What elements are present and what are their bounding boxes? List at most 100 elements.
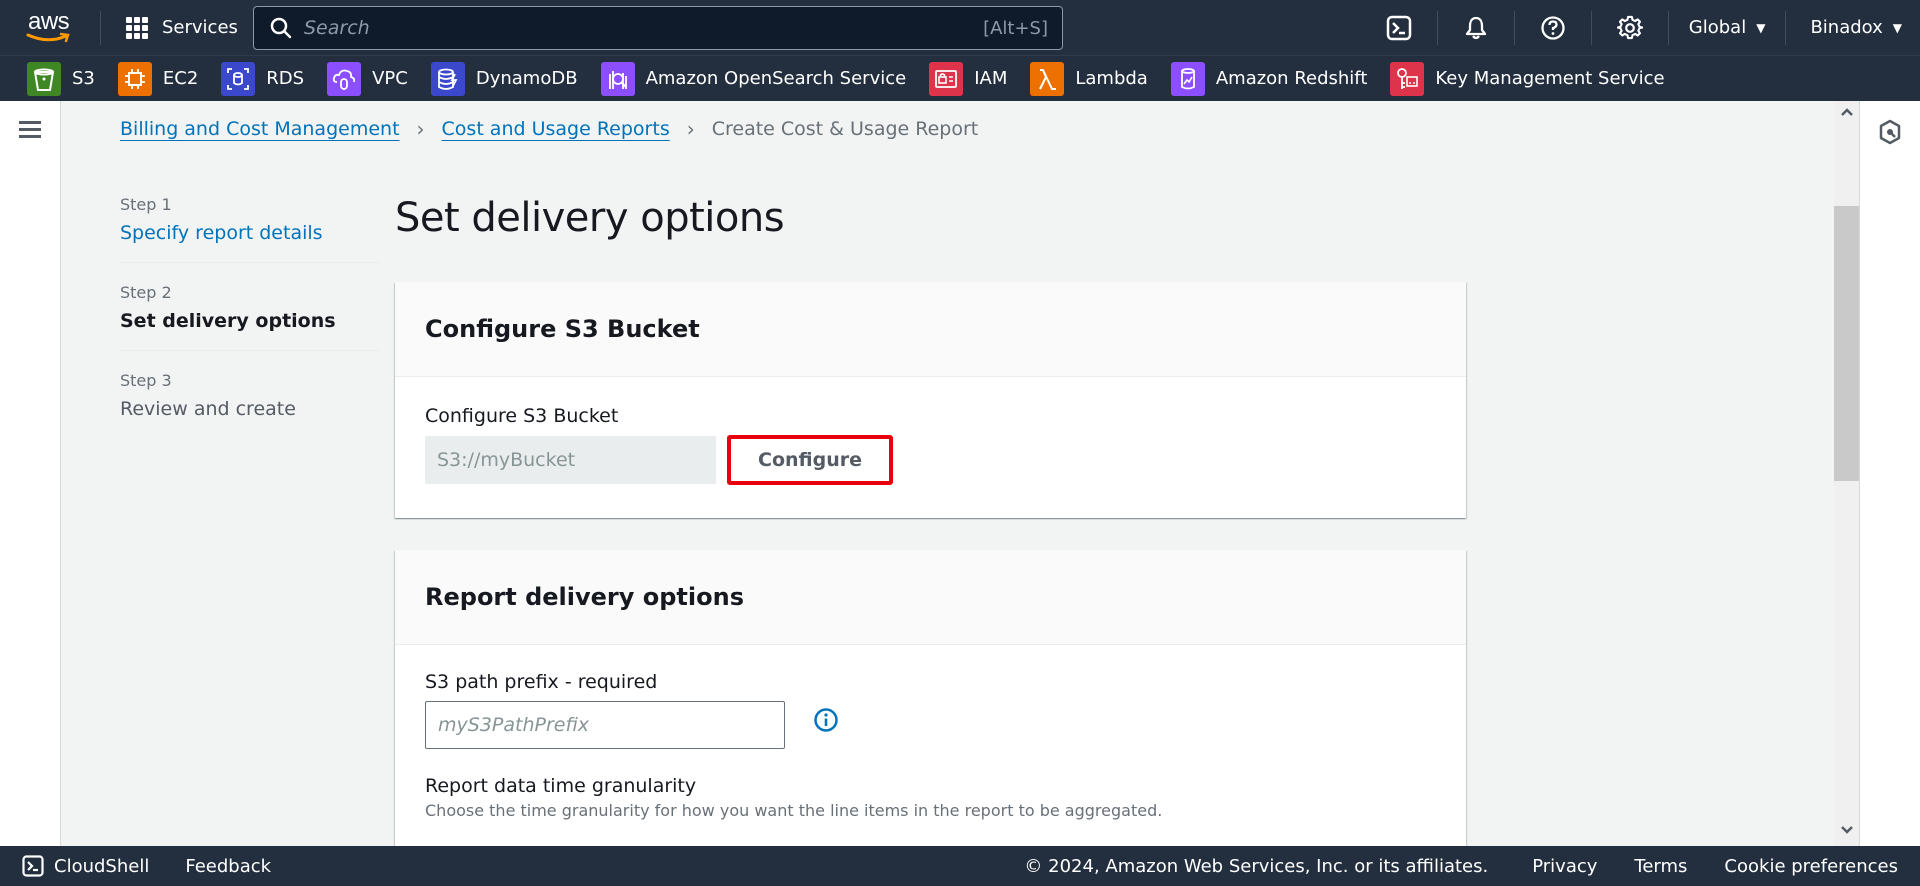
favorite-amazon-redshift[interactable]: Amazon Redshift: [1170, 61, 1368, 96]
configure-button[interactable]: Configure: [727, 435, 893, 485]
panel-header: Report delivery options: [395, 550, 1466, 645]
amazon-q-icon[interactable]: [1878, 119, 1902, 145]
rds-icon: [221, 61, 256, 96]
scroll-down-icon[interactable]: [1840, 825, 1854, 835]
s3-path-prefix-input[interactable]: [425, 701, 785, 749]
help-icon: [1541, 15, 1565, 40]
footer: CloudShell Feedback © 2024, Amazon Web S…: [0, 846, 1920, 886]
wizard-step-3: Step 3 Review and create: [120, 371, 380, 438]
step-number: Step 1: [120, 195, 172, 214]
cookie-preferences-link[interactable]: Cookie preferences: [1724, 856, 1898, 877]
opensearch-icon: [600, 61, 635, 96]
breadcrumb: Billing and Cost Management › Cost and U…: [120, 117, 978, 141]
favorite-vpc[interactable]: VPC: [327, 61, 408, 96]
time-granularity-description: Choose the time granularity for how you …: [425, 801, 1163, 820]
favorite-label: EC2: [162, 68, 199, 89]
favorite-s3[interactable]: S3: [27, 61, 95, 96]
step-number: Step 2: [120, 283, 172, 302]
s3-icon: [27, 61, 61, 96]
scrollbar-thumb[interactable]: [1834, 206, 1859, 481]
region-label: Global: [1688, 17, 1747, 38]
favorite-key-management-service[interactable]: Key Management Service: [1390, 61, 1665, 96]
cloudshell-icon: [1386, 15, 1412, 40]
caret-down-icon: ▼: [1756, 20, 1766, 35]
privacy-link[interactable]: Privacy: [1532, 856, 1597, 877]
configure-s3-bucket-panel: Configure S3 Bucket Configure S3 Bucket …: [395, 282, 1466, 518]
iam-icon: [929, 61, 964, 96]
caret-down-icon: ▼: [1892, 20, 1902, 35]
settings-button[interactable]: [1592, 0, 1668, 55]
step-link-specify-report-details[interactable]: Specify report details: [120, 222, 380, 244]
side-navigation-rail: [0, 101, 61, 846]
s3-bucket-field: S3://myBucket: [425, 436, 716, 484]
favorite-label: Amazon OpenSearch Service: [645, 68, 907, 89]
chevron-right-icon: ›: [686, 117, 695, 141]
favorite-label: DynamoDB: [475, 68, 578, 89]
nav-divider: [100, 10, 101, 45]
aws-smile-icon: [26, 32, 70, 42]
favorite-label: Amazon Redshift: [1215, 68, 1368, 89]
favorite-label: IAM: [974, 68, 1008, 89]
account-label: Binadox: [1810, 17, 1883, 38]
lambda-icon: [1030, 61, 1065, 96]
top-navigation: aws Services [Alt+S]: [0, 0, 1920, 55]
s3-path-prefix-label: S3 path prefix - required: [425, 671, 658, 693]
breadcrumb-cost-usage-reports[interactable]: Cost and Usage Reports: [442, 118, 670, 140]
cloudshell-footer-button[interactable]: CloudShell: [22, 855, 149, 877]
breadcrumb-current: Create Cost & Usage Report: [711, 118, 979, 140]
cloudshell-label: CloudShell: [54, 855, 150, 877]
feedback-link[interactable]: Feedback: [185, 856, 271, 877]
favorite-amazon-opensearch-service[interactable]: Amazon OpenSearch Service: [600, 61, 907, 96]
page-scrollbar[interactable]: [1834, 101, 1859, 846]
favorite-dynamodb[interactable]: DynamoDB: [430, 61, 578, 96]
favorite-iam[interactable]: IAM: [929, 61, 1008, 96]
redshift-icon: [1170, 61, 1205, 96]
cloudshell-button[interactable]: [1361, 0, 1437, 55]
chevron-right-icon: ›: [416, 117, 425, 141]
cloudshell-icon: [22, 855, 44, 877]
wizard-steps: Step 1 Specify report details Step 2 Set…: [120, 195, 380, 458]
settings-icon: [1616, 15, 1643, 39]
right-tools-rail: [1859, 101, 1920, 846]
favorite-label: S3: [72, 68, 95, 89]
search-input[interactable]: [304, 17, 984, 39]
account-menu[interactable]: Binadox ▼: [1786, 0, 1920, 55]
wizard-step-2: Step 2 Set delivery options: [120, 283, 380, 351]
breadcrumb-billing[interactable]: Billing and Cost Management: [120, 118, 400, 140]
favorite-label: Key Management Service: [1435, 68, 1665, 89]
time-granularity-label: Report data time granularity: [425, 775, 697, 797]
favorite-lambda[interactable]: Lambda: [1030, 61, 1148, 96]
search-bar[interactable]: [Alt+S]: [253, 6, 1063, 50]
favorite-ec2[interactable]: EC2: [117, 61, 199, 96]
report-delivery-options-panel: Report delivery options S3 path prefix -…: [395, 550, 1466, 850]
step-current-set-delivery-options: Set delivery options: [120, 310, 336, 332]
favorite-label: RDS: [266, 68, 305, 89]
copyright-text: © 2024, Amazon Web Services, Inc. or its…: [1024, 855, 1489, 877]
bell-icon: [1465, 16, 1486, 39]
favorite-rds[interactable]: RDS: [221, 61, 305, 96]
aws-logo[interactable]: aws: [26, 9, 74, 46]
notifications-button[interactable]: [1438, 0, 1514, 55]
favorites-bar: S3 EC2 RDS VPC DynamoDB Amazon OpenSearch Ser…: [0, 55, 1920, 101]
region-selector[interactable]: Global ▼: [1669, 0, 1786, 55]
step-number: Step 3: [120, 371, 172, 390]
terms-link[interactable]: Terms: [1634, 856, 1687, 877]
search-shortcut: [Alt+S]: [983, 17, 1048, 39]
grid-icon: [126, 16, 148, 39]
services-menu-button[interactable]: Services: [126, 16, 238, 39]
info-icon[interactable]: [813, 707, 839, 733]
favorite-label: Lambda: [1075, 68, 1148, 89]
page-title: Set delivery options: [395, 195, 785, 241]
search-icon: [270, 17, 292, 39]
favorite-label: VPC: [372, 68, 408, 89]
s3-bucket-label: Configure S3 Bucket: [425, 405, 619, 427]
step-review-and-create: Review and create: [120, 398, 296, 420]
menu-icon[interactable]: [19, 121, 41, 139]
panel-header: Configure S3 Bucket: [395, 282, 1466, 377]
vpc-icon: [327, 61, 362, 96]
dynamodb-icon: [430, 61, 465, 96]
services-label: Services: [162, 17, 238, 38]
help-button[interactable]: [1515, 0, 1591, 55]
wizard-step-1: Step 1 Specify report details: [120, 195, 380, 263]
scroll-up-icon[interactable]: [1840, 107, 1854, 117]
